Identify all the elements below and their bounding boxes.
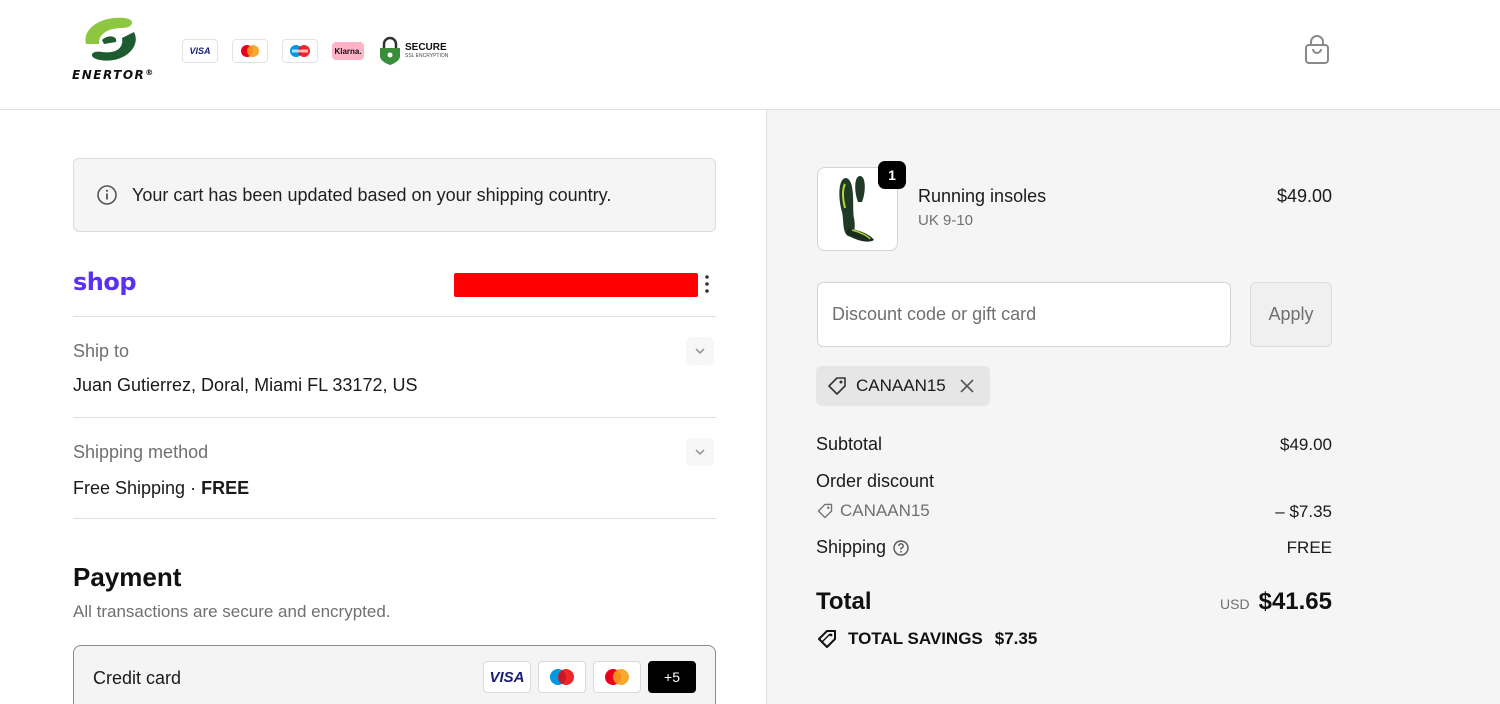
payment-subtitle: All transactions are secure and encrypte…: [73, 602, 391, 621]
chevron-down-icon: [695, 449, 705, 456]
divider: [73, 316, 716, 317]
payment-title: Payment: [73, 562, 182, 592]
shop-pay-row: shop: [73, 268, 716, 302]
total-value: $41.65: [1258, 588, 1332, 615]
shop-logo: shop: [73, 268, 137, 296]
maestro-icon: [290, 45, 310, 57]
total-amount: USD $41.65: [1220, 588, 1332, 616]
info-icon: [97, 185, 117, 205]
mastercard-badge: [232, 39, 268, 63]
visa-badge: VISA: [182, 39, 218, 63]
payment-badges: VISA Klarna. SECURE SSL ENCRYPTION: [182, 36, 448, 66]
bag-icon[interactable]: [1302, 34, 1332, 66]
ship-to-address: Juan Gutierrez, Doral, Miami FL 33172, U…: [73, 375, 418, 395]
total-savings: TOTAL SAVINGS $7.35: [816, 628, 1037, 650]
apply-button[interactable]: Apply: [1250, 282, 1332, 347]
redacted-email: [454, 273, 698, 297]
mastercard-card-icon: [593, 661, 641, 693]
divider: [73, 417, 716, 418]
total-label: Total: [816, 588, 872, 615]
total-savings-value: $7.35: [994, 629, 1038, 648]
header: ENERTOR® VISA Klarna. SECURE SSL ENCRYPT…: [0, 0, 1500, 110]
order-discount-code: CANAAN15: [816, 501, 930, 521]
secure-badge: SECURE SSL ENCRYPTION: [378, 36, 448, 66]
tag-icon: [818, 630, 836, 648]
visa-card-icon: VISA: [483, 661, 531, 693]
shipping-method-price: FREE: [201, 478, 250, 498]
order-discount-label: Order discount: [816, 471, 935, 491]
divider: [73, 518, 716, 519]
shipping-row-label: Shipping: [816, 537, 910, 558]
ship-to-label: Ship to: [73, 341, 130, 361]
klarna-badge: Klarna.: [332, 42, 364, 60]
shipping-value: FREE: [1286, 538, 1332, 557]
shipping-method-label: Shipping method: [73, 442, 209, 462]
order-discount-value: – $7.35: [1275, 502, 1332, 521]
maestro-badge: [282, 39, 318, 63]
product-price: $49.00: [1276, 186, 1332, 206]
quantity-badge: 1: [878, 161, 906, 189]
shipping-method-name: Free Shipping ·: [73, 478, 202, 498]
enertor-logo[interactable]: ENERTOR®: [72, 14, 155, 84]
subtotal-label: Subtotal: [816, 434, 883, 454]
shipping-method-value: Free Shipping · FREE: [73, 478, 249, 499]
lock-icon: [380, 36, 400, 65]
enertor-logo-mark-icon: [85, 17, 136, 61]
credit-card-option[interactable]: Credit card VISA +5: [73, 645, 716, 704]
accepted-cards: VISA +5: [483, 661, 696, 693]
close-icon[interactable]: [958, 377, 976, 395]
secure-title: SECURE: [405, 42, 447, 53]
subtotal-value: $49.00: [1280, 435, 1332, 454]
discount-code-input[interactable]: [817, 282, 1231, 347]
question-icon[interactable]: [892, 539, 910, 557]
applied-discount-code: CANAAN15: [856, 376, 946, 395]
maestro-card-icon: [538, 661, 586, 693]
cart-updated-notice: Your cart has been updated based on your…: [73, 158, 716, 232]
tag-icon: [817, 503, 833, 519]
brand-name: ENERTOR®: [72, 68, 155, 82]
product-name: Running insoles: [918, 186, 1047, 206]
order-summary: 1 Running insoles UK 9-10 $49.00 Apply C…: [766, 110, 1500, 704]
notice-text: Your cart has been updated based on your…: [132, 184, 612, 205]
shipping-label: Shipping: [816, 537, 887, 557]
total-savings-label: TOTAL SAVINGS: [848, 629, 983, 648]
shipping-method-toggle[interactable]: [686, 438, 714, 466]
more-cards-badge: +5: [648, 661, 696, 693]
credit-card-label: Credit card: [93, 668, 182, 688]
tag-icon: [828, 377, 846, 395]
applied-discount-chip: CANAAN15: [816, 366, 990, 406]
secure-subtitle: SSL ENCRYPTION: [405, 53, 449, 59]
kebab-icon[interactable]: [703, 274, 711, 294]
total-currency: USD: [1220, 596, 1250, 612]
chevron-down-icon: [695, 348, 705, 355]
ship-to-toggle[interactable]: [686, 337, 714, 365]
product-variant: UK 9-10: [918, 212, 974, 229]
mastercard-icon: [241, 45, 259, 57]
order-discount-code-text: CANAAN15: [840, 501, 930, 520]
